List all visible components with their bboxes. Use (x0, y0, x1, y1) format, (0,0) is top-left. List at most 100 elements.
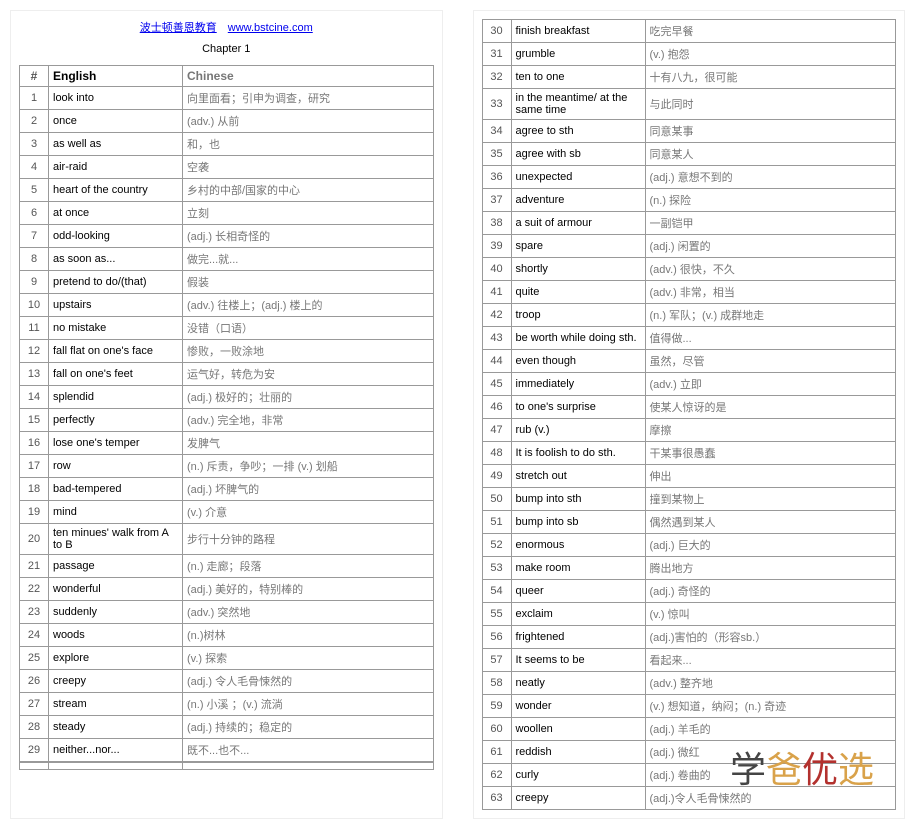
cell-num: 32 (482, 66, 511, 89)
cell-num: 5 (20, 179, 49, 202)
table-row: 22wonderful(adj.) 美好的，特别棒的 (20, 578, 434, 601)
cell-chinese: (adv.) 非常，相当 (645, 281, 896, 304)
table-row: 35agree with sb同意某人 (482, 143, 896, 166)
brand-link[interactable]: 波士顿善恩教育 (140, 22, 217, 34)
site-link[interactable]: www.bstcine.com (228, 22, 313, 34)
cell-num: 15 (20, 409, 49, 432)
cell-num: 12 (20, 340, 49, 363)
cell-num: 18 (20, 478, 49, 501)
col-header-chinese: Chinese (183, 66, 434, 87)
table-row: 55exclaim(v.) 惊叫 (482, 603, 896, 626)
cell-chinese: (n.) 军队；(v.) 成群地走 (645, 304, 896, 327)
cell-english: queer (511, 580, 645, 603)
cell-num: 58 (482, 672, 511, 695)
cell-chinese: 空袭 (183, 156, 434, 179)
cell-chinese: (v.) 介意 (183, 501, 434, 524)
table-row: 12fall flat on one's face惨败，一败涂地 (20, 340, 434, 363)
table-row: 50bump into sth撞到某物上 (482, 488, 896, 511)
cell-chinese: 向里面看；引申为调查，研究 (183, 87, 434, 110)
cell-num: 23 (20, 601, 49, 624)
cell-english (49, 763, 183, 770)
cell-english: as well as (49, 133, 183, 156)
cell-english: bump into sb (511, 511, 645, 534)
table-row: 5heart of the country乡村的中部/国家的中心 (20, 179, 434, 202)
cell-english: neither...nor... (49, 739, 183, 762)
cell-english: heart of the country (49, 179, 183, 202)
cell-chinese: (adj.) 长相奇怪的 (183, 225, 434, 248)
cell-chinese: (n.) 探险 (645, 189, 896, 212)
page-left: 波士顿善恩教育 www.bstcine.com Chapter 1 # Engl… (10, 10, 443, 819)
cell-english: splendid (49, 386, 183, 409)
table-row: 21passage(n.) 走廊；段落 (20, 555, 434, 578)
cell-num: 57 (482, 649, 511, 672)
cell-chinese: (adj.) 持续的；稳定的 (183, 716, 434, 739)
cell-english: adventure (511, 189, 645, 212)
table-row: 46to one's surprise使某人惊讶的是 (482, 396, 896, 419)
cell-num: 17 (20, 455, 49, 478)
cell-num: 33 (482, 89, 511, 120)
table-row: 34agree to sth同意某事 (482, 120, 896, 143)
cell-chinese: 发脾气 (183, 432, 434, 455)
cell-num: 28 (20, 716, 49, 739)
cell-num: 27 (20, 693, 49, 716)
cell-num: 55 (482, 603, 511, 626)
table-row: 20ten minues' walk from A to B步行十分钟的路程 (20, 524, 434, 555)
cell-english: shortly (511, 258, 645, 281)
cell-num: 25 (20, 647, 49, 670)
table-row: 7odd-looking(adj.) 长相奇怪的 (20, 225, 434, 248)
cell-chinese: (adj.) 令人毛骨悚然的 (183, 670, 434, 693)
cell-english: rub (v.) (511, 419, 645, 442)
cell-chinese: (n.)树林 (183, 624, 434, 647)
cell-num: 46 (482, 396, 511, 419)
cell-num: 30 (482, 20, 511, 43)
cell-num: 20 (20, 524, 49, 555)
cell-english: curly (511, 764, 645, 787)
cell-num: 43 (482, 327, 511, 350)
cell-english: perfectly (49, 409, 183, 432)
table-row: 36unexpected(adj.) 意想不到的 (482, 166, 896, 189)
cell-english: at once (49, 202, 183, 225)
table-row: 45immediately(adv.) 立即 (482, 373, 896, 396)
table-row: 19mind(v.) 介意 (20, 501, 434, 524)
cell-num: 22 (20, 578, 49, 601)
cell-num: 35 (482, 143, 511, 166)
cell-num: 61 (482, 741, 511, 764)
cell-chinese: (adj.) 意想不到的 (645, 166, 896, 189)
cell-english: grumble (511, 43, 645, 66)
table-row: 17row(n.) 斥责，争吵；一排 (v.) 划船 (20, 455, 434, 478)
cell-chinese: 既不...也不... (183, 739, 434, 762)
cell-num: 45 (482, 373, 511, 396)
table-row: 61reddish(adj.) 微红 (482, 741, 896, 764)
cell-chinese: (adv.) 立即 (645, 373, 896, 396)
cell-chinese: 十有八九，很可能 (645, 66, 896, 89)
cell-english: be worth while doing sth. (511, 327, 645, 350)
table-row: 10upstairs(adv.) 往楼上；(adj.) 楼上的 (20, 294, 434, 317)
cell-english: agree to sth (511, 120, 645, 143)
cell-num: 10 (20, 294, 49, 317)
cell-num: 42 (482, 304, 511, 327)
cell-chinese: 虽然，尽管 (645, 350, 896, 373)
cell-chinese: 乡村的中部/国家的中心 (183, 179, 434, 202)
table-row: 31grumble(v.) 抱怨 (482, 43, 896, 66)
cell-chinese: 假装 (183, 271, 434, 294)
table-row: 39spare(adj.) 闲置的 (482, 235, 896, 258)
cell-num: 36 (482, 166, 511, 189)
cell-num: 47 (482, 419, 511, 442)
cell-chinese: 看起来... (645, 649, 896, 672)
table-row: 42troop(n.) 军队；(v.) 成群地走 (482, 304, 896, 327)
cell-num: 29 (20, 739, 49, 762)
cell-english: spare (511, 235, 645, 258)
cell-num: 51 (482, 511, 511, 534)
table-row: 40shortly(adv.) 很快，不久 (482, 258, 896, 281)
cell-english: once (49, 110, 183, 133)
cell-english: air-raid (49, 156, 183, 179)
cell-chinese: 一副铠甲 (645, 212, 896, 235)
cell-chinese: 惨败，一败涂地 (183, 340, 434, 363)
cell-num: 2 (20, 110, 49, 133)
cell-english: troop (511, 304, 645, 327)
cell-num: 14 (20, 386, 49, 409)
table-row: 8as soon as...做完...就... (20, 248, 434, 271)
cell-num: 13 (20, 363, 49, 386)
cell-num: 31 (482, 43, 511, 66)
table-row: 41quite(adv.) 非常，相当 (482, 281, 896, 304)
